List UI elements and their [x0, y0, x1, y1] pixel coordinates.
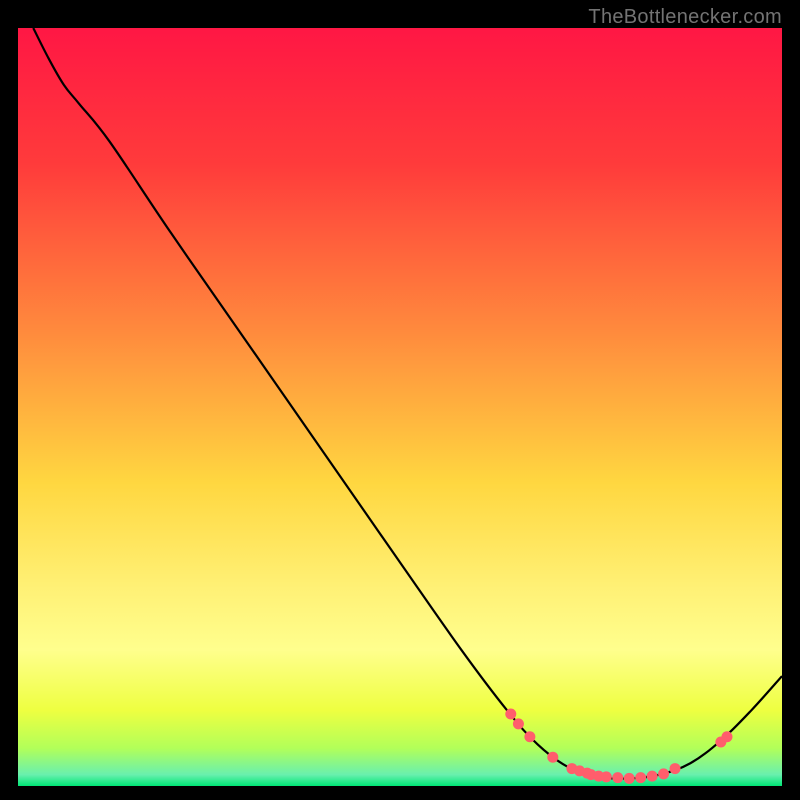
data-marker [601, 771, 612, 782]
data-marker [513, 718, 524, 729]
data-marker [612, 772, 623, 783]
data-marker [547, 752, 558, 763]
data-marker [505, 708, 516, 719]
data-marker [721, 731, 732, 742]
data-marker [647, 771, 658, 782]
data-marker [624, 773, 635, 784]
data-marker [658, 768, 669, 779]
chart-container [18, 28, 782, 786]
watermark-text: TheBottlenecker.com [588, 6, 782, 29]
gradient-background [18, 28, 782, 786]
data-marker [635, 772, 646, 783]
data-marker [670, 763, 681, 774]
chart-plot [18, 28, 782, 786]
data-marker [524, 731, 535, 742]
